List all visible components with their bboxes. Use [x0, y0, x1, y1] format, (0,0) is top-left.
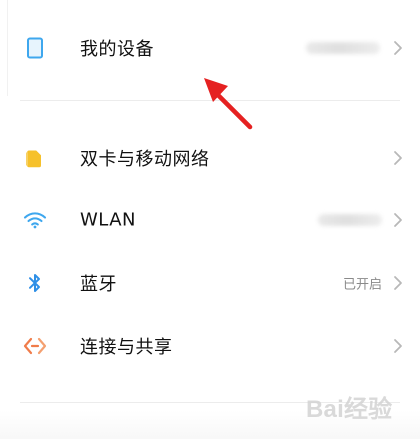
connection-share-icon [22, 333, 48, 359]
phone-device-icon [22, 35, 48, 61]
wifi-icon [22, 207, 48, 233]
chevron-right-icon [392, 211, 404, 229]
sim-card-icon [22, 145, 48, 171]
baidu-experience-watermark: Bai经验 [306, 386, 416, 434]
wifi-network-blurred [318, 214, 382, 226]
section-divider [20, 100, 400, 101]
settings-row-label: 连接与共享 [80, 337, 173, 358]
settings-list: 我的设备 双卡与移动网络 WLAN 蓝牙 已开启 连接与共享 Bai经验 [0, 0, 420, 439]
settings-row-my-device[interactable]: 我的设备 [0, 20, 420, 76]
settings-row-dual-sim[interactable]: 双卡与移动网络 [0, 130, 420, 186]
chevron-right-icon [392, 39, 404, 57]
device-name-blurred [306, 42, 380, 54]
section-divider [20, 402, 400, 403]
settings-row-label: WLAN [80, 209, 137, 231]
watermark-text: Bai经验 [306, 396, 393, 423]
bottom-fade [0, 410, 420, 439]
settings-row-wlan[interactable]: WLAN [0, 192, 420, 248]
settings-row-connection-sharing[interactable]: 连接与共享 [0, 318, 420, 374]
settings-row-label: 我的设备 [80, 39, 154, 60]
settings-row-bluetooth[interactable]: 蓝牙 已开启 [0, 255, 420, 311]
settings-row-label: 双卡与移动网络 [80, 149, 210, 170]
chevron-right-icon [392, 149, 404, 167]
bluetooth-icon [22, 270, 48, 296]
chevron-right-icon [392, 274, 404, 292]
annotation-arrow-icon [204, 78, 253, 130]
bluetooth-status: 已开启 [342, 277, 382, 293]
chevron-right-icon [392, 337, 404, 355]
settings-row-label: 蓝牙 [80, 274, 117, 295]
